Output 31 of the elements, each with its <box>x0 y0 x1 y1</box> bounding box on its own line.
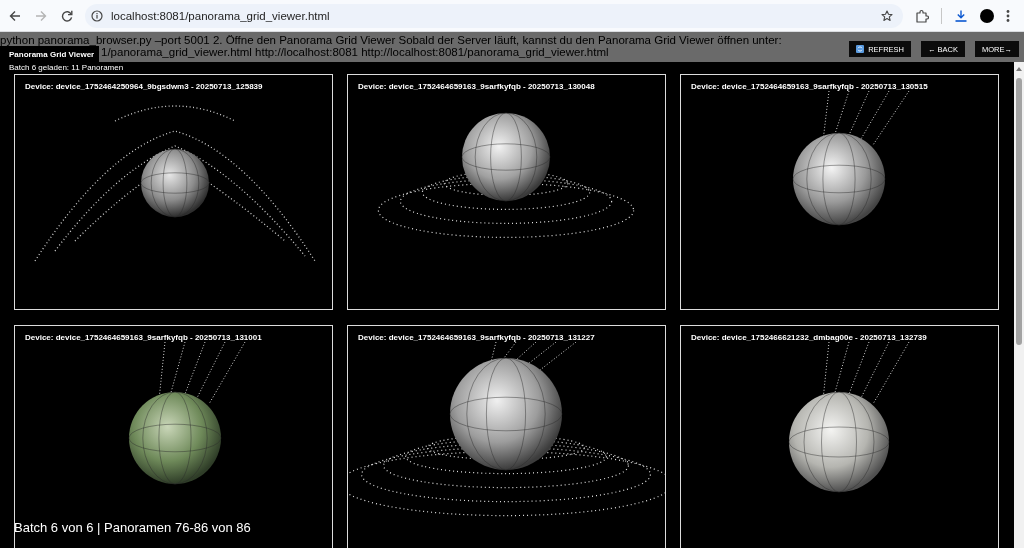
panorama-label: Device: device_1752464659163_9sarfkyfqb - 20250713_130048 <box>357 81 595 91</box>
star-icon[interactable] <box>881 9 893 22</box>
info-icon[interactable] <box>91 9 103 22</box>
batch-status: Batch 6 von 6 | Panoramen 76-86 von 86 <box>14 520 251 536</box>
panorama-card[interactable]: Device: device_1752464659163_9sarfkyfqb - 20250713_130515 <box>680 74 999 310</box>
back-arrow-icon <box>9 9 21 22</box>
panorama-label: Device: device_1752464659163_9sarfkyfqb - 20250713_131001 <box>24 332 262 342</box>
panorama-card[interactable]: Device: device_1752464659163_9sarfkyfqb - 20250713_131227 <box>347 325 666 548</box>
reload-icon <box>61 9 73 22</box>
panorama-card[interactable]: Device: device_1752464250964_9bgsdwm3 - 20250713_125839 <box>14 74 333 310</box>
menu-icon[interactable] <box>1006 8 1010 23</box>
panorama-label: Device: device_1752466621232_dmbag00e - 20250713_132739 <box>690 332 927 342</box>
panorama-label: Device: device_1752464250964_9bgsdwm3 - 20250713_125839 <box>24 81 263 91</box>
background-text: python panorama_browser.py –port 5001 2. Öffne den Panorama Grid Viewer Sobald der Server läuft, kannst du den Panorama Grid Viewer öffnen unter: <box>0 34 782 46</box>
panorama-card[interactable]: Device: device_1752464659163_9sarfkyfqb - 20250713_130048 <box>347 74 666 310</box>
address-bar[interactable]: localhost:8081/panorama_grid_viewer.html <box>85 3 903 28</box>
scrollbar[interactable] <box>1014 62 1024 548</box>
scroll-up-icon[interactable] <box>1016 67 1022 71</box>
url-text: localhost:8081/panorama_grid_viewer.html <box>111 9 330 22</box>
download-icon[interactable] <box>954 8 968 23</box>
panorama-label: Device: device_1752464659163_9sarfkyfqb - 20250713_130515 <box>690 81 928 91</box>
scrollbar-thumb[interactable] <box>1016 78 1022 345</box>
refresh-icon <box>856 45 865 53</box>
batch-subtitle: Batch 6 geladen: 11 Panoramen <box>9 63 124 72</box>
background-text: 1/panorama_grid_viewer.html http://localhost:8081 http://localhost:8081/panorama_grid_viewer.html <box>101 46 609 58</box>
app-title: Panorama Grid Viewer <box>9 50 96 60</box>
panorama-label: Device: device_1752464659163_9sarfkyfqb - 20250713_131227 <box>357 332 595 342</box>
puzzle-icon[interactable] <box>915 8 929 23</box>
panorama-card[interactable]: Device: device_1752466621232_dmbag00e - 20250713_132739 <box>680 325 999 548</box>
forward-arrow-icon <box>35 9 47 22</box>
avatar-icon[interactable] <box>980 8 994 23</box>
